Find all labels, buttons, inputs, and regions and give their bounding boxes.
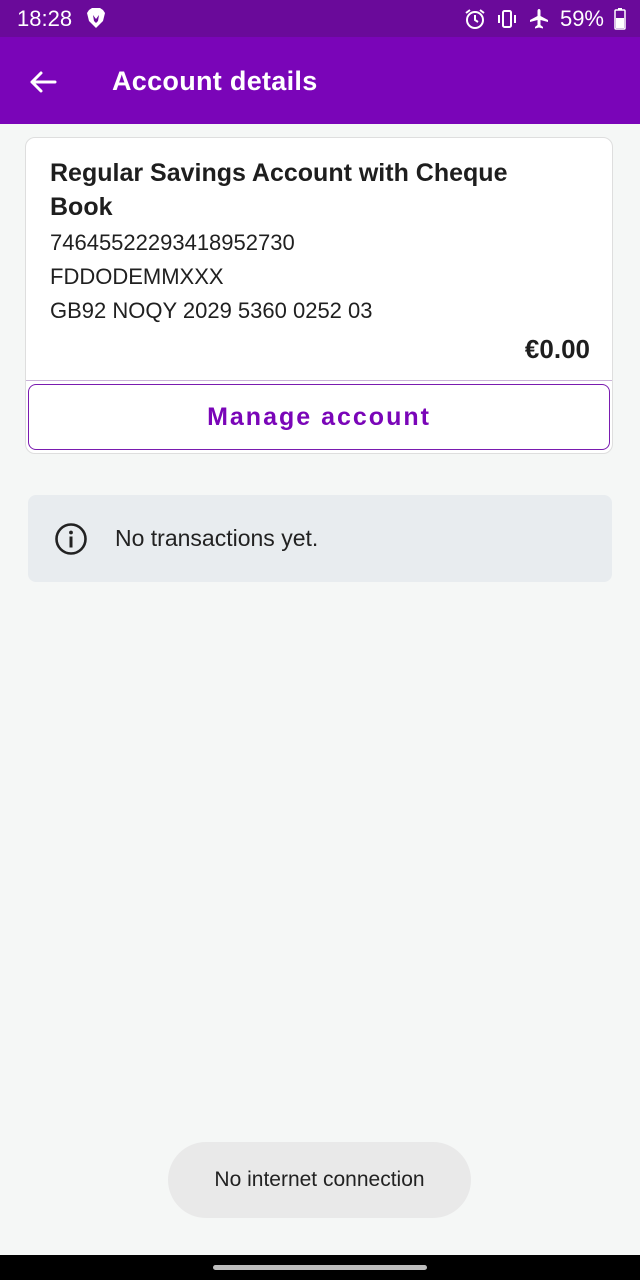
account-iban: GB92 NOQY 2029 5360 0252 03 — [50, 298, 373, 323]
account-name: Regular Savings Account with Cheque Book — [50, 159, 508, 221]
arrow-left-icon — [30, 71, 57, 93]
manage-account-button[interactable]: Manage account — [28, 384, 610, 450]
status-icons: 59% — [464, 6, 626, 32]
home-handle[interactable] — [213, 1265, 427, 1270]
battery-icon — [614, 8, 626, 30]
vibrate-icon — [497, 10, 516, 28]
no-transactions-notice: No transactions yet. — [28, 495, 612, 582]
app-bar: Account details — [0, 37, 640, 124]
battery-percentage: 59% — [559, 6, 604, 31]
account-bic: FDDODEMMXXX — [50, 264, 224, 289]
no-transactions-text: No transactions yet. — [115, 525, 319, 551]
account-number: 74645522293418952730 — [50, 230, 295, 255]
brave-icon — [87, 8, 105, 28]
account-card: Regular Savings Account with Cheque Book… — [25, 137, 613, 454]
page-title: Account details — [112, 66, 318, 96]
alarm-icon — [465, 9, 485, 29]
back-button[interactable] — [18, 57, 68, 107]
info-icon — [55, 523, 87, 555]
navigation-bar — [0, 1255, 640, 1280]
toast-message: No internet connection — [168, 1142, 471, 1218]
airplane-mode-icon — [529, 9, 548, 29]
status-time: 18:28 — [17, 6, 73, 31]
account-balance: €0.00 — [524, 334, 590, 364]
card-divider — [26, 380, 612, 381]
status-bar: 18:28 59% — [0, 0, 640, 37]
